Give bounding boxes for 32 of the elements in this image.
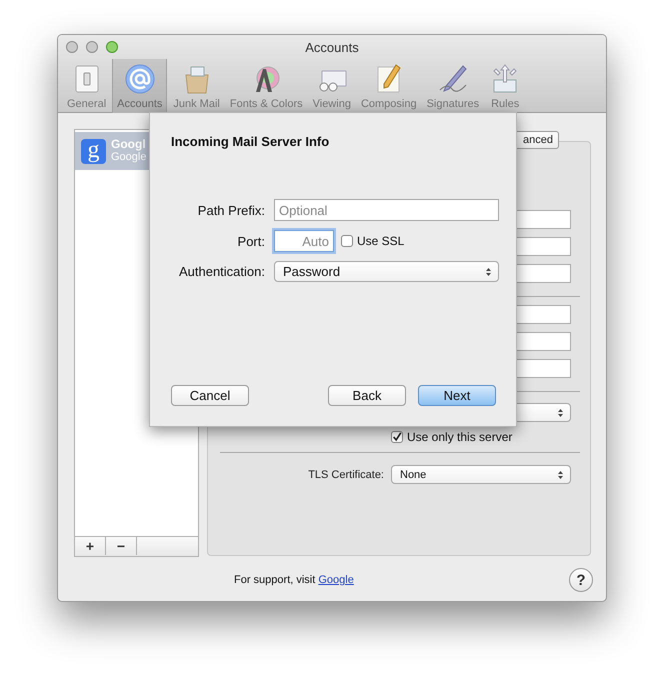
updown-arrows-icon [485,266,492,276]
checkbox-label: Use only this server [407,430,512,444]
port-label: Port: [238,234,265,248]
authentication-popup[interactable]: Password [274,261,499,282]
next-button[interactable]: Next [418,385,496,406]
remove-account-button[interactable]: − [106,537,137,555]
help-button[interactable]: ? [569,568,593,592]
zoom-button[interactable] [106,41,118,53]
account-name: Googl [111,138,146,151]
authentication-label: Authentication: [178,264,265,279]
minimize-button[interactable] [86,41,98,53]
google-link[interactable]: Google [318,574,354,586]
path-prefix-field[interactable]: Optional [274,199,499,221]
checkbox[interactable] [341,235,353,247]
back-button[interactable]: Back [328,385,406,406]
cancel-button[interactable]: Cancel [171,385,249,406]
advanced-tab[interactable]: anced [514,131,559,149]
close-button[interactable] [66,41,78,53]
tls-certificate-popup[interactable]: None [391,465,571,484]
checkbox-label: Use SSL [357,234,404,248]
updown-arrows-icon [557,408,564,418]
tls-certificate-label: TLS Certificate: [307,468,384,480]
checkbox[interactable] [391,431,403,443]
account-type: Google [111,151,146,164]
window-title: Accounts [305,40,359,54]
support-text: For support, visit Google [234,574,354,586]
at-sign-icon [124,63,156,95]
account-logo-icon: g [81,138,106,164]
path-prefix-label: Path Prefix: [198,202,265,218]
add-account-button[interactable]: + [75,537,106,555]
port-field[interactable]: Auto [274,230,334,252]
updown-arrows-icon [557,470,564,480]
